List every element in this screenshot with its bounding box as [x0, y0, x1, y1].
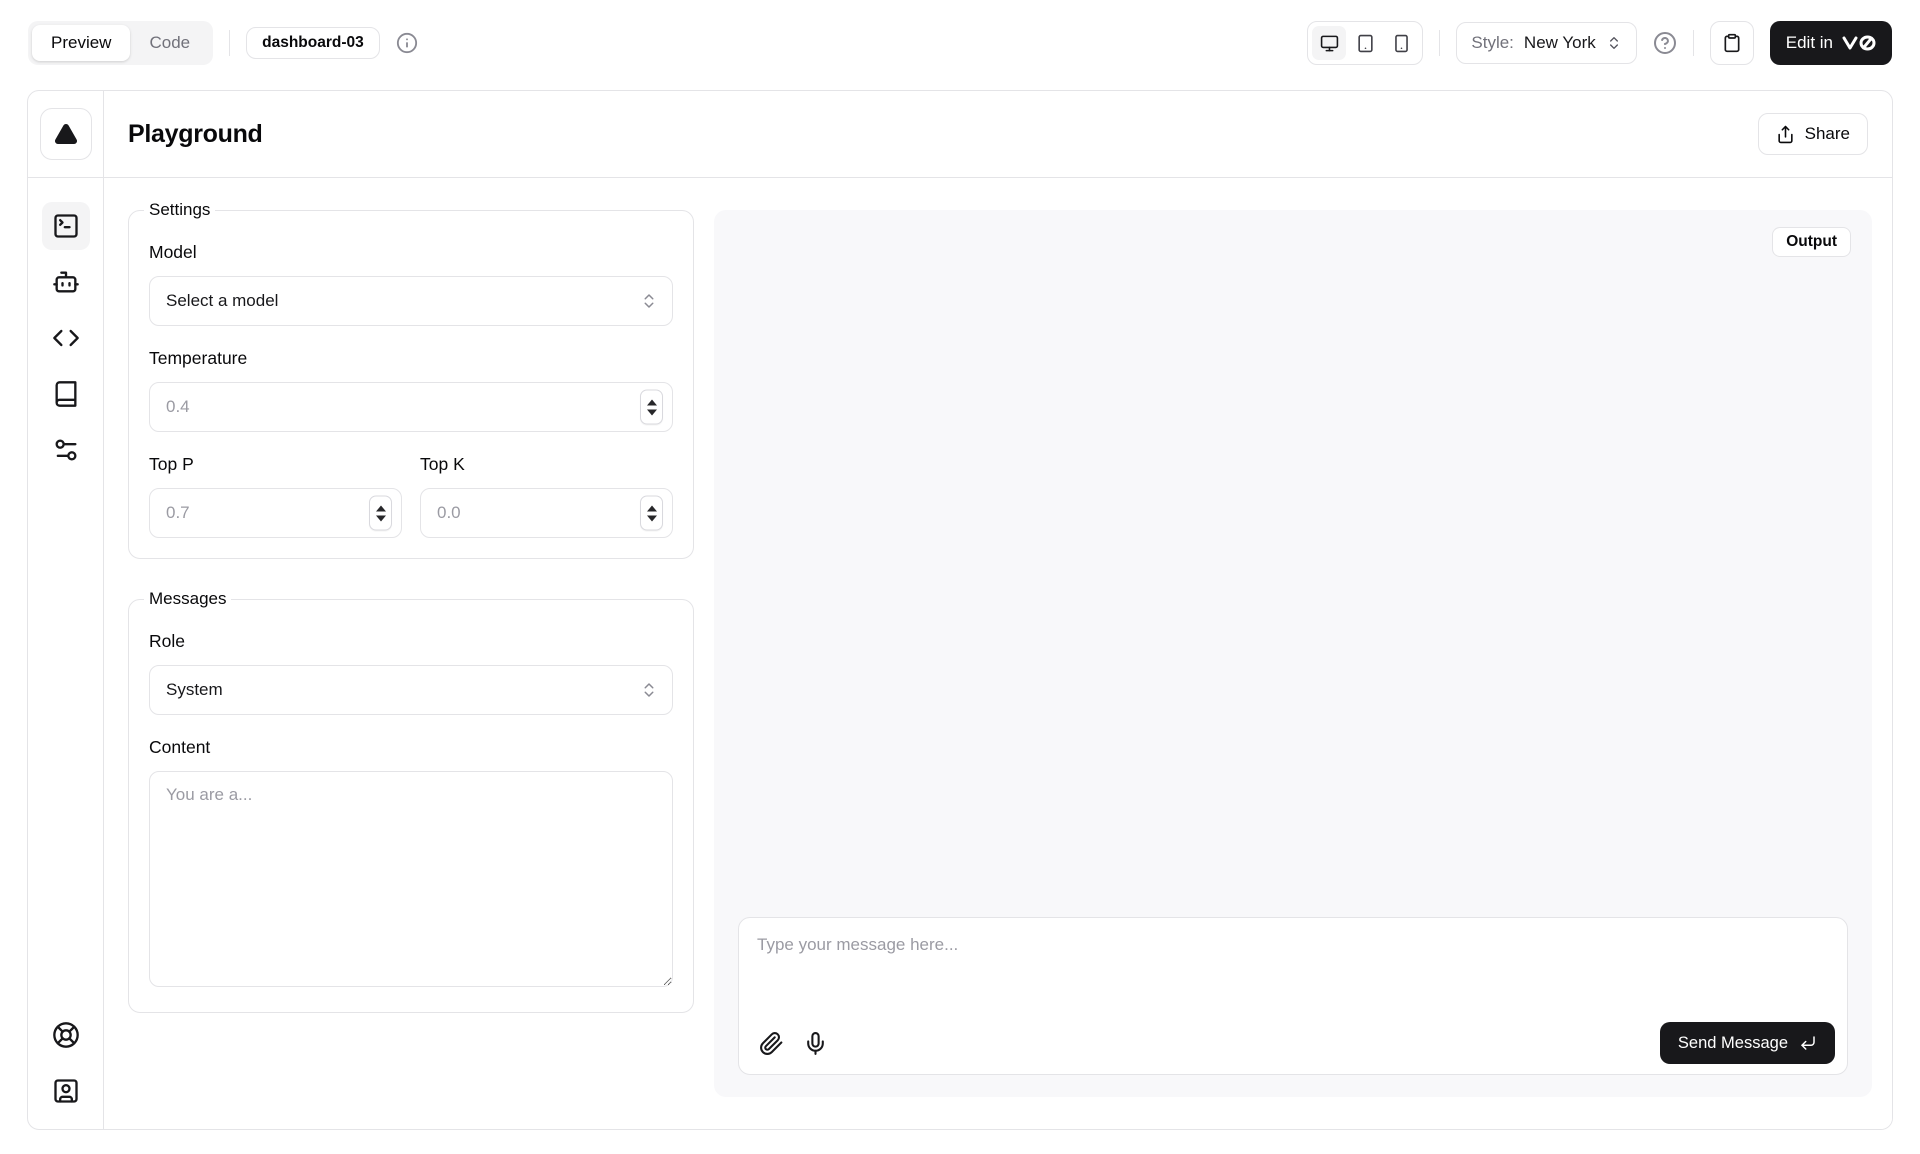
settings-form: Settings Model Select a model Temperatur… [128, 200, 694, 1013]
number-stepper-icon[interactable] [640, 390, 663, 425]
attach-file-button[interactable] [751, 1023, 791, 1063]
chevrons-up-down-icon [640, 292, 658, 310]
temperature-input[interactable] [149, 382, 673, 432]
bot-icon [52, 268, 80, 296]
sidebar-bottom-nav [42, 1011, 90, 1115]
square-terminal-icon [52, 212, 80, 240]
top-p-label: Top P [149, 454, 402, 475]
monitor-icon [1320, 34, 1339, 53]
style-select-value: New York [1524, 33, 1596, 53]
mobile-toggle-button[interactable] [1384, 26, 1418, 60]
edit-in-v0-label: Edit in [1786, 33, 1833, 53]
device-toggle-group [1307, 21, 1423, 65]
temperature-label: Temperature [149, 348, 673, 369]
share-icon [1776, 125, 1795, 144]
clipboard-icon [1722, 33, 1742, 53]
sidebar-item-api[interactable] [42, 314, 90, 362]
send-message-button[interactable]: Send Message [1660, 1022, 1835, 1064]
chevrons-up-down-icon [1606, 35, 1622, 51]
message-input[interactable] [739, 918, 1847, 1006]
sidebar-item-documentation[interactable] [42, 370, 90, 418]
book-icon [52, 380, 80, 408]
model-select[interactable]: Select a model [149, 276, 673, 326]
send-message-label: Send Message [1678, 1034, 1788, 1053]
output-panel: Output Send Message [714, 210, 1872, 1097]
tablet-icon [1356, 34, 1375, 53]
block-name-badge: dashboard-03 [246, 27, 380, 59]
sidebar-item-help[interactable] [42, 1011, 90, 1059]
sidebar-nav [28, 178, 104, 1129]
page-title: Playground [128, 120, 263, 149]
edit-in-v0-button[interactable]: Edit in [1770, 21, 1892, 65]
messages-fieldset: Messages Role System Content [128, 589, 694, 1013]
settings-2-icon [52, 436, 80, 464]
triangle-logo-icon [54, 122, 78, 146]
desktop-toggle-button[interactable] [1312, 26, 1346, 60]
v0-logo-icon [1842, 35, 1876, 51]
sidebar-item-models[interactable] [42, 258, 90, 306]
square-user-icon [52, 1077, 80, 1105]
code-icon [52, 324, 80, 352]
number-stepper-icon[interactable] [640, 496, 663, 531]
toolbar-separator [1439, 30, 1440, 56]
style-select[interactable]: Style: New York [1456, 22, 1636, 64]
model-label: Model [149, 242, 673, 263]
content-textarea[interactable] [149, 771, 673, 987]
model-select-value: Select a model [166, 291, 278, 311]
output-badge: Output [1772, 227, 1851, 257]
share-button-label: Share [1805, 124, 1850, 144]
top-p-input[interactable] [149, 488, 402, 538]
role-label: Role [149, 631, 673, 652]
top-k-input[interactable] [420, 488, 673, 538]
toolbar-separator [229, 30, 230, 56]
mic-icon [803, 1031, 828, 1056]
app-frame: Playground Share [27, 90, 1893, 1130]
life-buoy-icon [52, 1021, 80, 1049]
top-k-label: Top K [420, 454, 673, 475]
sidebar-item-playground[interactable] [42, 202, 90, 250]
view-tabs: Preview Code [28, 21, 213, 65]
sidebar-item-account[interactable] [42, 1067, 90, 1115]
role-select[interactable]: System [149, 665, 673, 715]
chevrons-up-down-icon [640, 681, 658, 699]
settings-fieldset: Settings Model Select a model Temperatur… [128, 200, 694, 559]
use-microphone-button[interactable] [795, 1023, 835, 1063]
style-select-label: Style: [1471, 33, 1514, 53]
help-icon[interactable] [1653, 31, 1677, 55]
role-select-value: System [166, 680, 223, 700]
top-toolbar: Preview Code dashboard-03 Style: New Yor… [0, 0, 1920, 86]
sidebar-item-settings[interactable] [42, 426, 90, 474]
corner-down-left-icon [1799, 1034, 1817, 1052]
number-stepper-icon[interactable] [369, 496, 392, 531]
smartphone-icon [1392, 34, 1411, 53]
settings-legend: Settings [144, 200, 215, 220]
paperclip-icon [759, 1031, 784, 1056]
toolbar-separator [1693, 30, 1694, 56]
sidebar-logo-cell [28, 91, 104, 178]
content-label: Content [149, 737, 673, 758]
share-button[interactable]: Share [1758, 113, 1868, 155]
composer-toolbar: Send Message [751, 1022, 1835, 1064]
tab-preview[interactable]: Preview [32, 25, 130, 61]
tab-code[interactable]: Code [130, 25, 209, 61]
messages-legend: Messages [144, 589, 231, 609]
home-logo-button[interactable] [40, 108, 92, 160]
info-icon[interactable] [396, 32, 418, 54]
main-content: Settings Model Select a model Temperatur… [104, 178, 1892, 1129]
page-header: Playground Share [104, 91, 1892, 178]
copy-code-button[interactable] [1710, 21, 1754, 65]
tablet-toggle-button[interactable] [1348, 26, 1382, 60]
message-composer: Send Message [738, 917, 1848, 1075]
